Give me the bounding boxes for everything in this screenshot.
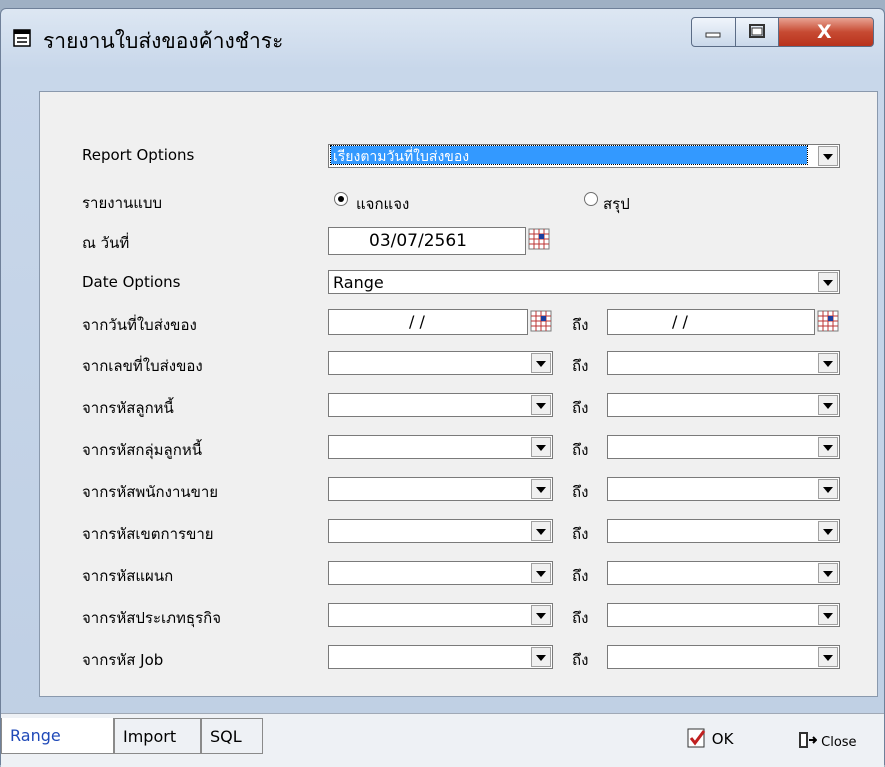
- tab-range[interactable]: Range: [1, 718, 114, 754]
- close-button[interactable]: Close: [797, 730, 857, 750]
- to-select[interactable]: [607, 435, 840, 459]
- check-icon: [687, 728, 706, 748]
- maximize-icon: [749, 24, 765, 38]
- to-value: / /: [672, 312, 688, 331]
- chevron-down-icon[interactable]: [818, 563, 838, 583]
- chevron-down-icon[interactable]: [531, 647, 551, 667]
- chevron-down-icon[interactable]: [818, 395, 838, 415]
- to-label: ถึง: [572, 651, 589, 669]
- to-select[interactable]: [607, 645, 840, 669]
- chevron-down-icon[interactable]: [531, 479, 551, 499]
- chevron-down-icon[interactable]: [818, 272, 838, 292]
- minimize-icon: [705, 32, 721, 38]
- chevron-down-icon[interactable]: [818, 521, 838, 541]
- report-type-label: รายงานแบบ: [82, 194, 162, 212]
- row-label: จากรหัสประเภทธุรกิจ: [82, 609, 222, 627]
- to-label: ถึง: [572, 525, 589, 543]
- as-of-date-value: 03/07/2561: [369, 231, 467, 251]
- chevron-down-icon[interactable]: [818, 605, 838, 625]
- to-select[interactable]: [607, 477, 840, 501]
- tab-bar: Range Import SQL OK Close: [1, 713, 884, 767]
- calendar-icon[interactable]: [817, 310, 839, 332]
- chevron-down-icon[interactable]: [531, 395, 551, 415]
- as-of-date-label: ณ วันที่: [82, 234, 130, 252]
- chevron-down-icon[interactable]: [531, 605, 551, 625]
- row-label: จากรหัส Job: [82, 651, 164, 669]
- calendar-icon[interactable]: [530, 310, 552, 332]
- as-of-date-input[interactable]: 03/07/2561: [328, 227, 526, 255]
- ok-button[interactable]: OK: [687, 728, 733, 748]
- to-label: ถึง: [572, 316, 589, 334]
- to-label: ถึง: [572, 483, 589, 501]
- date-options-label: Date Options: [82, 273, 181, 291]
- maximize-button[interactable]: [735, 17, 779, 47]
- to-label: ถึง: [572, 609, 589, 627]
- from-select[interactable]: [328, 351, 553, 375]
- chevron-down-icon[interactable]: [531, 353, 551, 373]
- to-label: ถึง: [572, 567, 589, 585]
- chevron-down-icon[interactable]: [818, 146, 838, 166]
- close-label: Close: [821, 735, 857, 750]
- to-select[interactable]: [607, 561, 840, 585]
- radio-detail[interactable]: [334, 192, 348, 206]
- report-options-label: Report Options: [82, 146, 195, 164]
- radio-summary-label[interactable]: สรุป: [603, 192, 630, 216]
- calendar-icon[interactable]: [528, 228, 550, 250]
- date-options-select[interactable]: Range: [328, 270, 840, 294]
- row-label: จากรหัสกลุ่มลูกหนี้: [82, 441, 202, 459]
- close-window-button[interactable]: X: [778, 17, 874, 47]
- row-label: จากรหัสลูกหนี้: [82, 399, 174, 417]
- report-options-select[interactable]: เรียงตามวันที่ใบส่งของ: [328, 144, 840, 168]
- chevron-down-icon[interactable]: [818, 479, 838, 499]
- row-label: จากเลขที่ใบส่งของ: [82, 357, 203, 375]
- tab-import[interactable]: Import: [114, 718, 201, 754]
- from-select[interactable]: [328, 435, 553, 459]
- from-value: / /: [409, 312, 425, 331]
- to-select[interactable]: [607, 393, 840, 417]
- to-label: ถึง: [572, 441, 589, 459]
- chevron-down-icon[interactable]: [818, 353, 838, 373]
- close-icon: X: [817, 21, 832, 43]
- report-options-value: เรียงตามวันที่ใบส่งของ: [330, 145, 808, 165]
- chevron-down-icon[interactable]: [531, 437, 551, 457]
- to-label: ถึง: [572, 357, 589, 375]
- to-date-input[interactable]: / /: [607, 309, 815, 335]
- title-bar[interactable]: รายงานใบส่งของค้างชำระ X: [1, 9, 884, 71]
- form-icon: [13, 29, 31, 47]
- minimize-button[interactable]: [691, 17, 736, 47]
- row-label: จากรหัสเขตการขาย: [82, 525, 214, 543]
- row-label: จากวันที่ใบส่งของ: [82, 316, 197, 334]
- to-select[interactable]: [607, 519, 840, 543]
- radio-detail-label[interactable]: แจกแจง: [356, 192, 409, 216]
- to-label: ถึง: [572, 399, 589, 417]
- to-select[interactable]: [607, 351, 840, 375]
- window-title: รายงานใบส่งของค้างชำระ: [43, 29, 284, 53]
- radio-summary[interactable]: [584, 192, 598, 206]
- exit-door-icon: [799, 732, 818, 748]
- row-label: จากรหัสแผนก: [82, 567, 174, 585]
- to-select[interactable]: [607, 603, 840, 627]
- from-date-input[interactable]: / /: [328, 309, 528, 335]
- tab-sql[interactable]: SQL: [201, 718, 263, 754]
- row-label: จากรหัสพนักงานขาย: [82, 483, 219, 501]
- chevron-down-icon[interactable]: [531, 563, 551, 583]
- chevron-down-icon[interactable]: [818, 437, 838, 457]
- from-select[interactable]: [328, 561, 553, 585]
- date-options-value: Range: [333, 273, 384, 292]
- ok-label: OK: [711, 730, 734, 748]
- report-window: รายงานใบส่งของค้างชำระ X Report Options …: [0, 8, 885, 767]
- from-select[interactable]: [328, 393, 553, 417]
- from-select[interactable]: [328, 645, 553, 669]
- from-select[interactable]: [328, 519, 553, 543]
- from-select[interactable]: [328, 477, 553, 501]
- chevron-down-icon[interactable]: [818, 647, 838, 667]
- options-panel: Report Options เรียงตามวันที่ใบส่งของ รา…: [39, 91, 878, 697]
- from-select[interactable]: [328, 603, 553, 627]
- chevron-down-icon[interactable]: [531, 521, 551, 541]
